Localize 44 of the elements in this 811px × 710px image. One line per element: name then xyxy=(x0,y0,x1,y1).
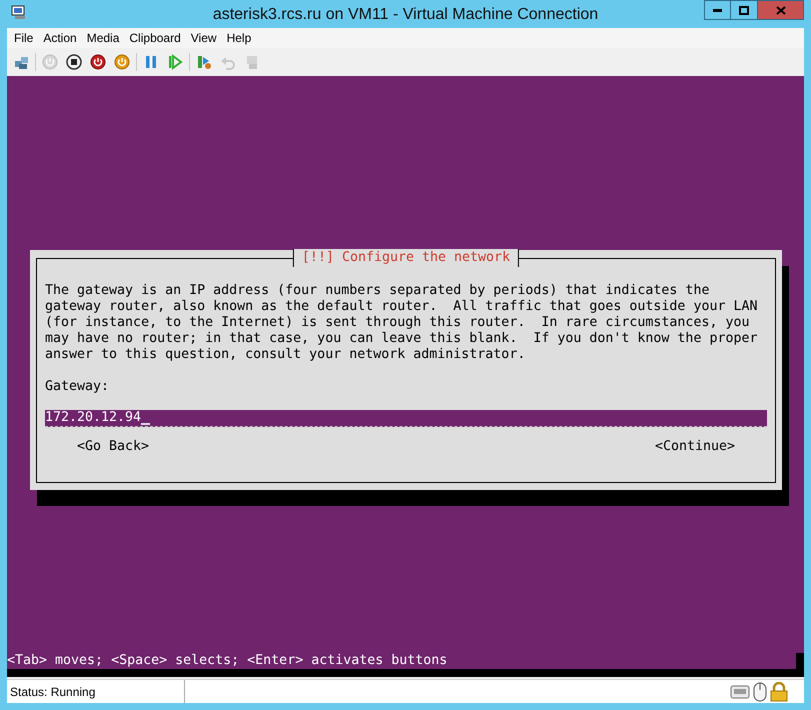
dialog-text-line: gateway router, also known as the default router. All traffic that goes outside your LAN xyxy=(45,299,758,315)
play-icon xyxy=(167,54,183,70)
dialog-text-line: The gateway is an IP address (four numbers separated by periods) that indicates the xyxy=(45,283,710,299)
text-cursor xyxy=(141,423,150,425)
dialog-button[interactable]: <Go Back> xyxy=(77,439,150,455)
power-icon xyxy=(90,54,106,70)
close-icon xyxy=(776,6,786,14)
maximize-button[interactable] xyxy=(731,0,758,20)
close-button[interactable] xyxy=(758,0,804,20)
power-icon xyxy=(42,54,58,70)
vm-screen[interactable] xyxy=(7,76,804,677)
menu-item[interactable]: Media xyxy=(82,29,124,47)
undo-icon xyxy=(220,54,236,70)
dialog-text-line: may have no router; in that case, you can leave this blank. If you don't know the proper xyxy=(45,331,758,347)
dialog-text-line: (for instance, to the Internet) is sent through this router. In rare circumstances, you xyxy=(45,315,750,331)
toolbar-button[interactable] xyxy=(88,52,108,72)
menu-item[interactable]: Action xyxy=(38,29,82,47)
power-icon xyxy=(114,54,130,70)
monitor-icon xyxy=(244,54,260,70)
field-label: Gateway: xyxy=(45,379,110,395)
status-text: Status: Running xyxy=(7,680,185,703)
menu-item[interactable]: Clipboard xyxy=(124,29,186,47)
menu-item[interactable]: Help xyxy=(222,29,256,47)
snapshot-icon xyxy=(196,54,212,70)
screen-edge-block xyxy=(796,653,804,669)
stop-icon xyxy=(66,54,82,70)
menu-item[interactable]: View xyxy=(186,29,222,47)
computers-icon xyxy=(13,54,29,70)
dialog-button[interactable]: <Continue> xyxy=(654,439,735,455)
dialog-title: [!!] Configure the network xyxy=(292,249,520,267)
pause-icon xyxy=(143,54,159,70)
keyboard-icon xyxy=(730,684,750,700)
gateway-field[interactable]: 172.20.12.94 xyxy=(45,410,767,427)
field-value: 172.20.12.94 xyxy=(45,410,142,426)
menu-item[interactable]: File xyxy=(9,29,38,47)
dialog-text-line: answer to this question, consult your network administrator. xyxy=(45,347,526,363)
maximize-icon xyxy=(739,6,749,14)
toolbar-button[interactable] xyxy=(64,52,84,72)
minimize-icon xyxy=(713,8,722,12)
window-title: asterisk3.rcs.ru on VM11 - Virtual Machine Connection xyxy=(212,5,598,25)
lock-icon xyxy=(770,682,788,702)
minimize-button[interactable] xyxy=(704,0,731,20)
app-icon xyxy=(10,5,28,21)
help-line: <Tab> moves; <Space> selects; <Enter> activates buttons xyxy=(7,653,448,669)
